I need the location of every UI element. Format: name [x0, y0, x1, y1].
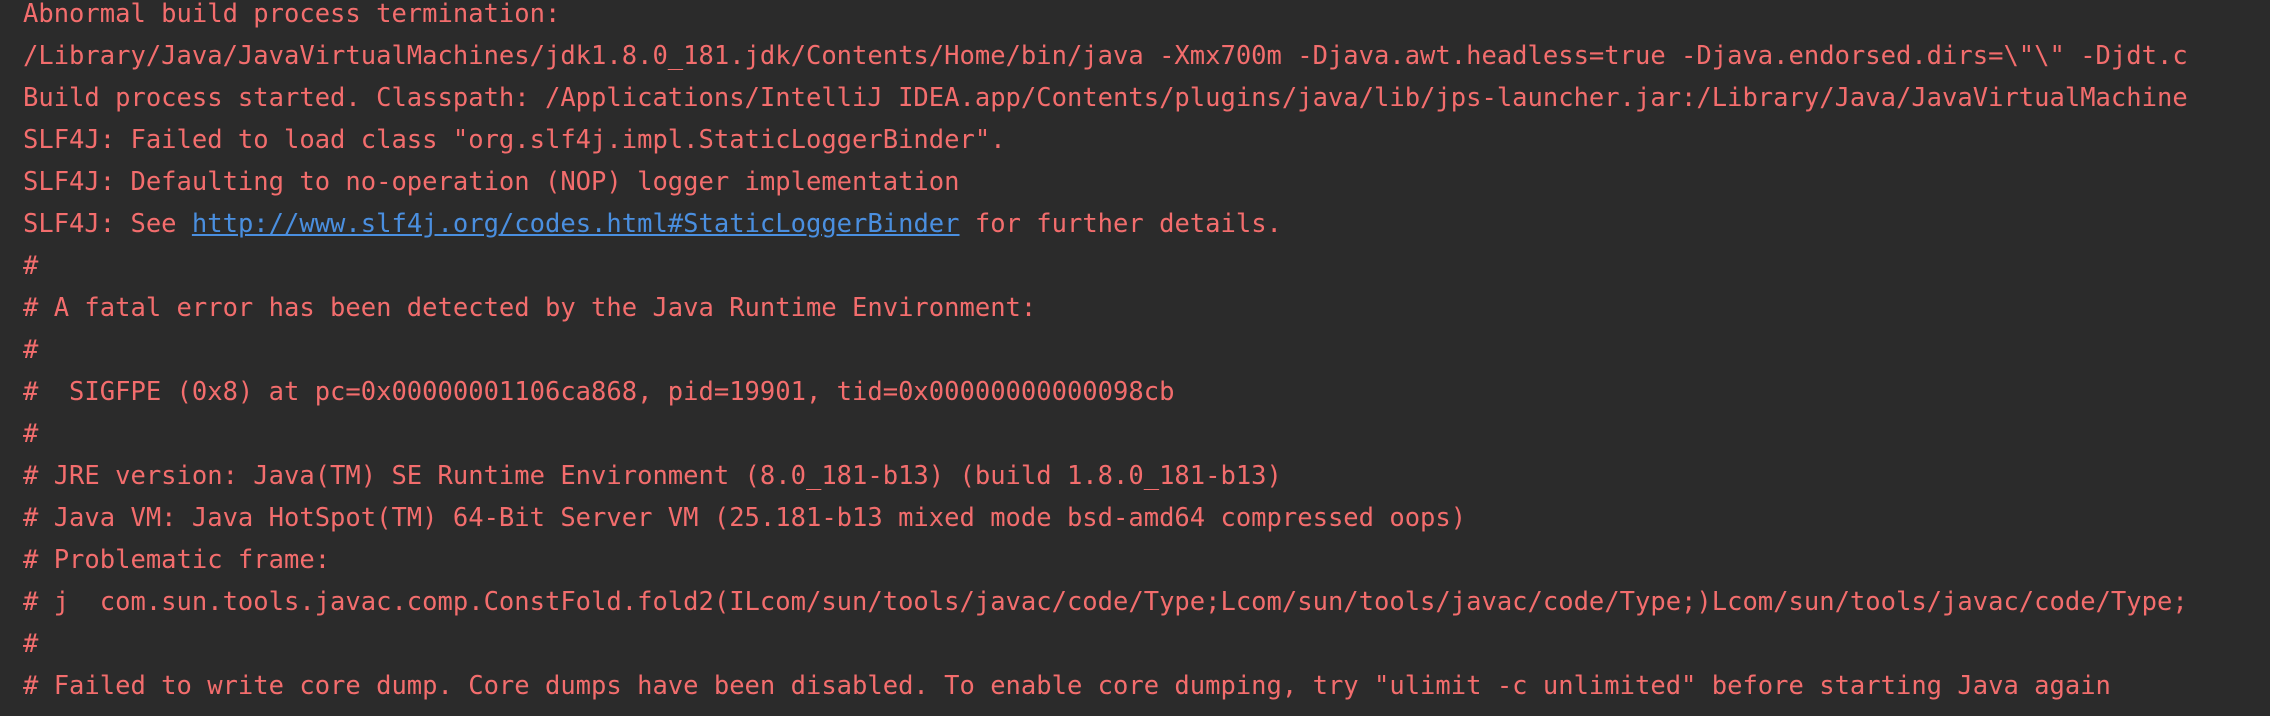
console-line: # SIGFPE (0x8) at pc=0x00000001106ca868,… — [23, 377, 1175, 407]
console-line: # j com.sun.tools.javac.comp.ConstFold.f… — [23, 587, 2188, 617]
console-line: # — [23, 629, 39, 659]
console-line: # JRE version: Java(TM) SE Runtime Envir… — [23, 461, 1282, 491]
console-line: # A fatal error has been detected by the… — [23, 293, 1037, 323]
console-line: # — [23, 251, 39, 281]
console-line: # Failed to write core dump. Core dumps … — [23, 671, 2111, 701]
see-prefix: SLF4J: See — [23, 209, 192, 239]
console-line: Abnormal build process termination: — [23, 0, 561, 29]
console-lines: Abnormal build process termination: /Lib… — [23, 0, 2188, 714]
slf4j-docs-link[interactable]: http://www.slf4j.org/codes.html#StaticLo… — [192, 209, 960, 239]
console-line: SLF4J: Failed to load class "org.slf4j.i… — [23, 125, 1006, 155]
console-line: # Problematic frame: — [23, 545, 331, 575]
console-line: Build process started. Classpath: /Appli… — [23, 83, 2188, 113]
console-output-panel[interactable]: Abnormal build process termination: /Lib… — [0, 0, 2270, 716]
console-line-with-link: SLF4J: See http://www.slf4j.org/codes.ht… — [23, 210, 2188, 252]
console-line: # — [23, 335, 39, 365]
console-line: /Library/Java/JavaVirtualMachines/jdk1.8… — [23, 41, 2188, 71]
console-line: SLF4J: Defaulting to no-operation (NOP) … — [23, 167, 960, 197]
see-suffix: for further details. — [959, 209, 1282, 239]
console-line: # Java VM: Java HotSpot(TM) 64-Bit Serve… — [23, 503, 1467, 533]
console-line: # — [23, 419, 39, 449]
